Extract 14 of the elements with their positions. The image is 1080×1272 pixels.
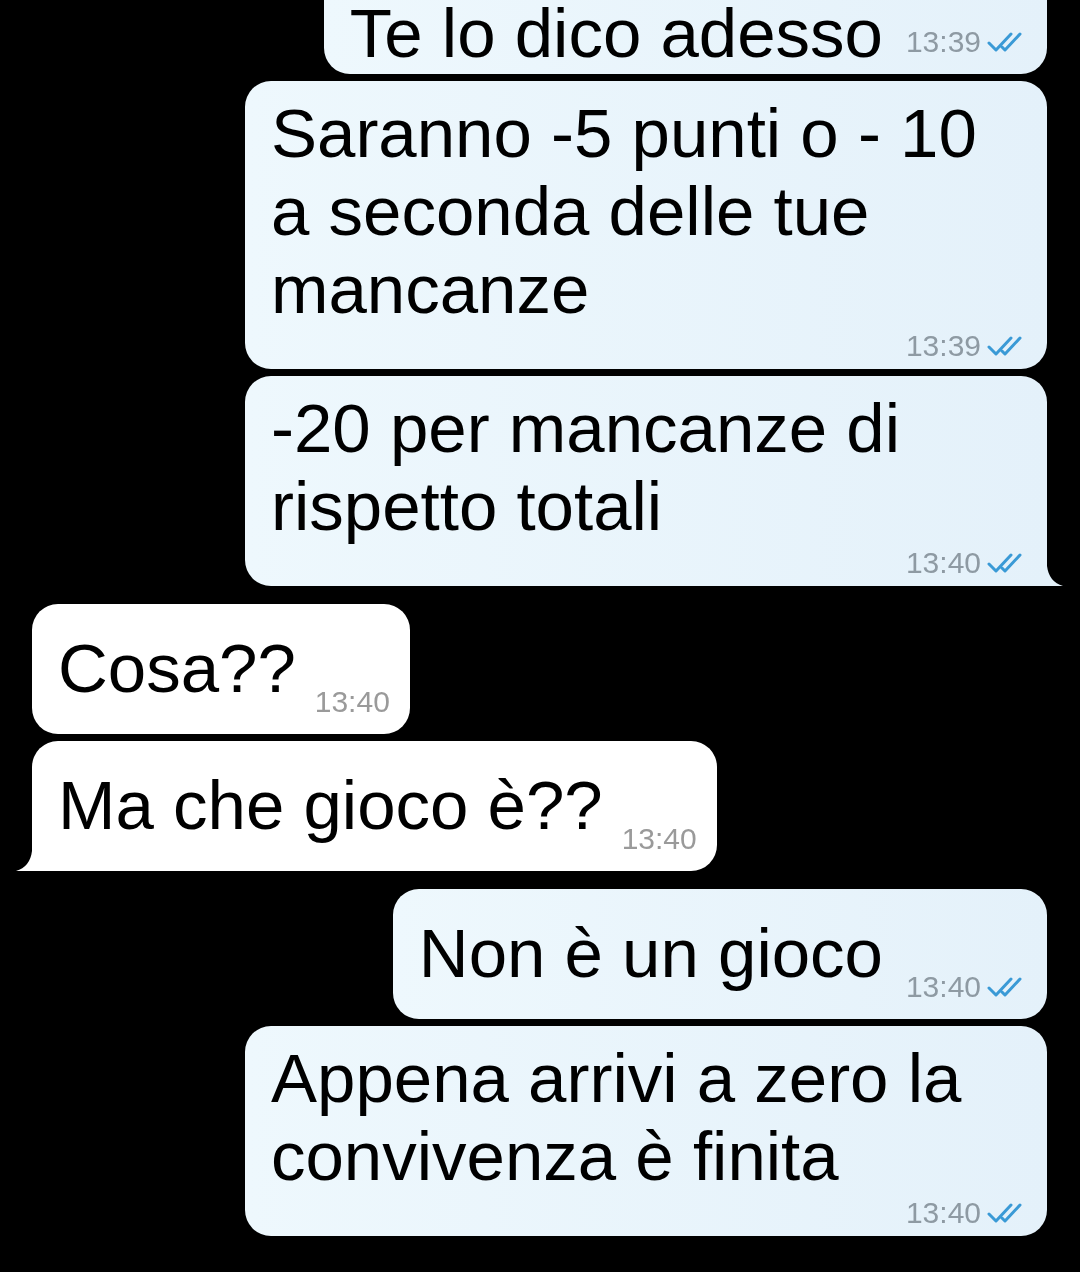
message-time: 13:40 xyxy=(621,821,697,857)
message-time: 13:40 xyxy=(314,684,390,720)
message-time: 13:40 xyxy=(905,969,981,1005)
message-time: 13:40 xyxy=(905,546,981,580)
message-time: 13:40 xyxy=(905,1196,981,1230)
message-text: Ma che gioco è?? xyxy=(58,767,603,844)
message-text: Appena arrivi a zero la convivenza è finita xyxy=(271,1040,963,1196)
message-time: 13:39 xyxy=(905,329,981,363)
message-text: Te lo dico adesso xyxy=(349,0,883,72)
message-text: Saranno -5 punti o - 10 a seconda delle tue mancanze xyxy=(271,95,978,329)
message-text: -20 per mancanze di rispetto totali xyxy=(271,390,902,546)
message-time: 13:39 xyxy=(905,24,981,60)
message-text: Cosa?? xyxy=(58,630,296,707)
message-text: Non è un gioco xyxy=(418,915,883,992)
